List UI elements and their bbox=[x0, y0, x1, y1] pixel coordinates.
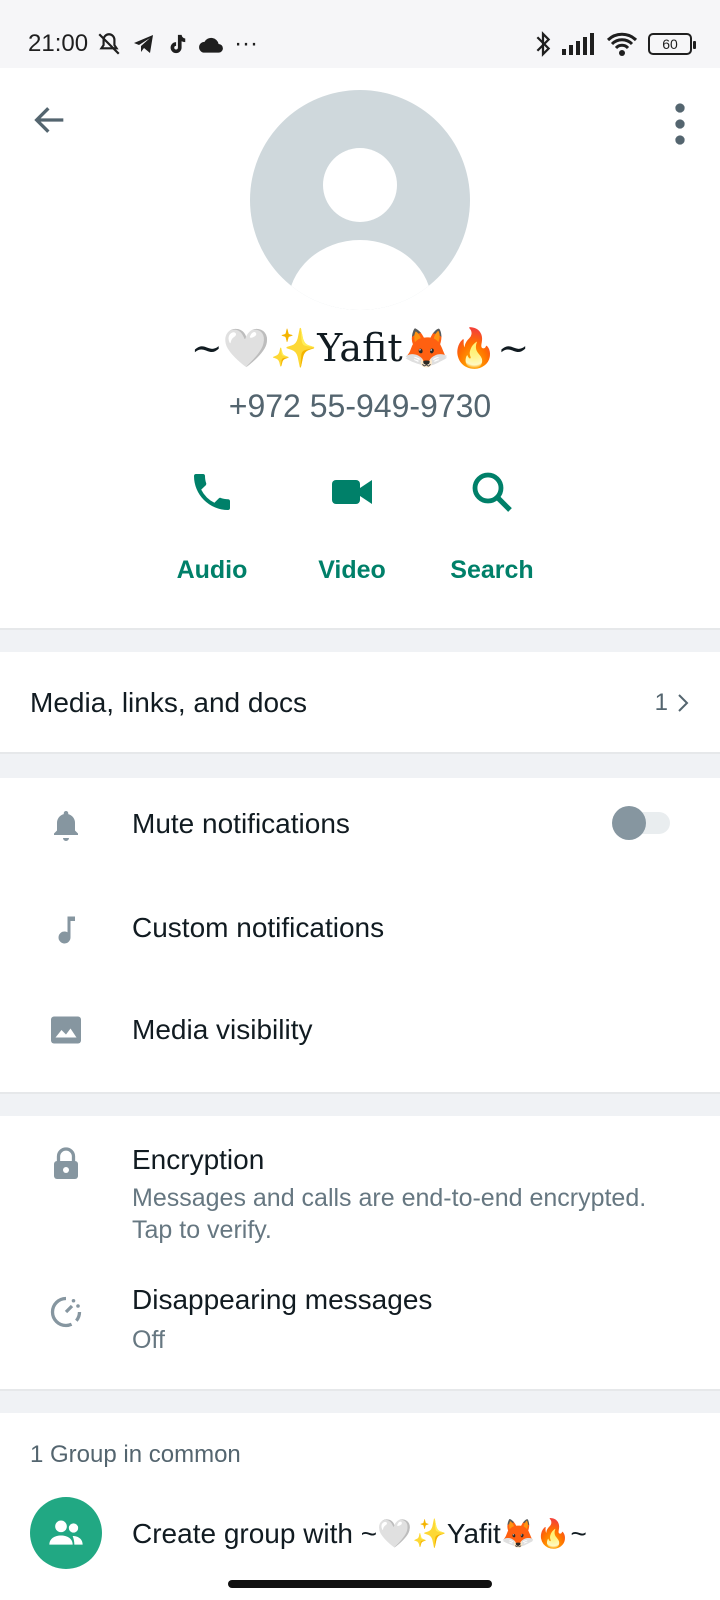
video-call-button[interactable]: Video bbox=[292, 468, 412, 598]
battery-level: 60 bbox=[662, 36, 678, 52]
back-arrow-icon[interactable] bbox=[30, 100, 70, 140]
phone-icon bbox=[194, 474, 230, 510]
media-visibility-row[interactable]: Media visibility bbox=[0, 986, 720, 1090]
audio-call-button[interactable]: Audio bbox=[152, 468, 272, 598]
mute-label: Mute notifications bbox=[132, 808, 350, 839]
video-icon bbox=[332, 480, 372, 504]
audio-label: Audio bbox=[176, 556, 248, 584]
media-title: Media, links, and docs bbox=[30, 687, 308, 718]
search-icon bbox=[472, 472, 512, 512]
custom-notifications-row[interactable]: Custom notifications bbox=[0, 882, 720, 986]
more-notifications-icon: ··· bbox=[234, 30, 259, 57]
media-count: 1 bbox=[655, 689, 690, 717]
chevron-right-icon bbox=[678, 694, 689, 712]
video-label: Video bbox=[318, 556, 386, 584]
contact-name: ~🤍✨Yafit🦊🔥~ bbox=[190, 326, 530, 370]
wifi-icon bbox=[606, 32, 638, 56]
disappearing-messages-row[interactable]: Disappearing messages Off bbox=[0, 1268, 720, 1388]
contact-phone: +972 55-949-9730 bbox=[228, 388, 492, 424]
encryption-row[interactable]: Encryption Messages and calls are end-to… bbox=[0, 1116, 720, 1256]
groups-in-common: 1 Group in common Create group with ~🤍✨Y… bbox=[0, 1413, 720, 1600]
create-group-avatar[interactable] bbox=[30, 1497, 102, 1569]
home-indicator[interactable] bbox=[228, 1580, 492, 1588]
mute-notifications-row[interactable]: Mute notifications bbox=[0, 778, 720, 882]
encryption-subtitle: Messages and calls are end-to-end encryp… bbox=[132, 1184, 647, 1244]
media-links-docs-row[interactable]: Media, links, and docs 1 bbox=[0, 652, 720, 754]
encryption-title: Encryption bbox=[132, 1144, 265, 1175]
search-button[interactable]: Search bbox=[432, 468, 552, 598]
image-icon bbox=[51, 1016, 81, 1044]
contact-avatar[interactable] bbox=[250, 90, 470, 310]
more-options-icon[interactable] bbox=[660, 100, 700, 148]
timer-icon bbox=[50, 1296, 82, 1328]
battery-icon: 60 bbox=[648, 33, 696, 55]
disappearing-value: Off bbox=[132, 1326, 165, 1354]
media-count-value: 1 bbox=[654, 689, 668, 716]
divider bbox=[0, 1389, 720, 1391]
bluetooth-icon bbox=[536, 31, 551, 57]
groups-title: 1 Group in common bbox=[30, 1441, 241, 1468]
telegram-icon bbox=[134, 35, 154, 53]
privacy-settings: Encryption Messages and calls are end-to… bbox=[0, 1116, 720, 1390]
signal-icon bbox=[562, 33, 594, 55]
music-note-icon bbox=[58, 916, 75, 944]
bell-icon bbox=[54, 811, 78, 841]
cloud-icon bbox=[199, 37, 223, 53]
muted-bell-icon bbox=[98, 33, 120, 55]
action-buttons: Audio Video Search bbox=[0, 468, 720, 598]
create-group-label[interactable]: Create group with ~🤍✨Yafit🦊🔥~ bbox=[132, 1517, 587, 1550]
divider bbox=[0, 752, 720, 754]
divider bbox=[0, 1092, 720, 1094]
tiktok-icon bbox=[170, 34, 186, 54]
notification-settings: Mute notifications Custom notifications … bbox=[0, 778, 720, 1094]
contact-header: ~🤍✨Yafit🦊🔥~ +972 55-949-9730 Audio Video… bbox=[0, 68, 720, 628]
status-time: 21:00 bbox=[28, 30, 89, 57]
divider bbox=[0, 628, 720, 630]
media-visibility-label: Media visibility bbox=[132, 1014, 313, 1045]
group-icon bbox=[49, 1520, 83, 1545]
disappearing-title: Disappearing messages bbox=[132, 1284, 433, 1315]
custom-notifications-label: Custom notifications bbox=[132, 912, 385, 943]
lock-icon bbox=[54, 1147, 78, 1179]
notification-icons: ··· bbox=[96, 30, 258, 58]
search-label: Search bbox=[450, 556, 534, 584]
mute-toggle[interactable] bbox=[612, 806, 670, 840]
